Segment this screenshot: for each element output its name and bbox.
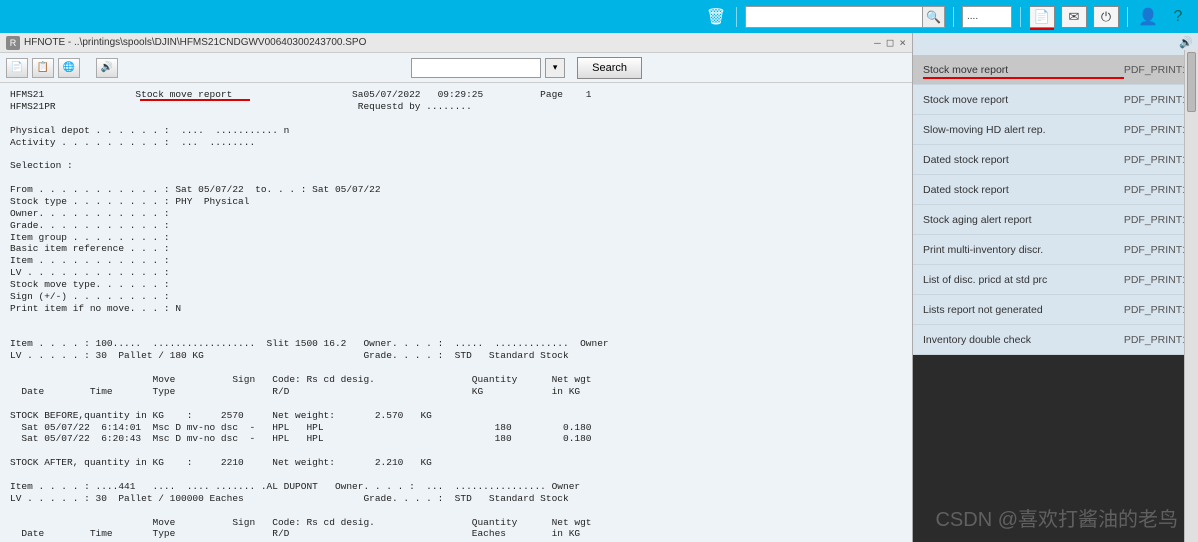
spool-list-item[interactable]: Slow-moving HD alert rep.PDF_PRINT1	[913, 115, 1198, 145]
report-toolbar: 📄 📋 🌐 🔊 ▾ Search	[0, 53, 912, 83]
spool-item-value: PDF_PRINT1	[1124, 244, 1188, 256]
window-title-text: HFNOTE - ..\printings\spools\DJIN\HFMS21…	[24, 37, 366, 48]
maximize-button[interactable]: □	[887, 36, 894, 49]
global-search: 🔍	[745, 6, 945, 28]
filter-dropdown[interactable]: ▾	[545, 58, 565, 78]
spool-item-value: PDF_PRINT1	[1124, 274, 1188, 286]
spool-list-panel: 🔊 Stock move reportPDF_PRINT1Stock move …	[913, 33, 1198, 542]
spool-item-value: PDF_PRINT1	[1124, 154, 1188, 166]
spool-item-value: PDF_PRINT1	[1124, 64, 1188, 76]
close-button[interactable]: ×	[899, 36, 906, 49]
spool-list-item[interactable]: Inventory double checkPDF_PRINT1	[913, 325, 1198, 355]
spool-item-label: Inventory double check	[923, 334, 1124, 346]
app-badge: R	[6, 36, 20, 50]
global-search-input[interactable]	[746, 11, 922, 23]
report-window: R HFNOTE - ..\printings\spools\DJIN\HFMS…	[0, 33, 913, 542]
spool-list-item[interactable]: Dated stock reportPDF_PRINT1	[913, 145, 1198, 175]
tool-sound-icon[interactable]: 🔊	[96, 58, 118, 78]
spool-list-item[interactable]: Stock move reportPDF_PRINT1	[913, 85, 1198, 115]
empty-area	[913, 355, 1198, 542]
report-viewport[interactable]: HFMS21 Stock move report Sa05/07/2022 09…	[0, 83, 912, 542]
user-menu[interactable]: ....	[962, 6, 1012, 28]
help-icon[interactable]: ?	[1166, 5, 1190, 29]
spool-item-label: Slow-moving HD alert rep.	[923, 124, 1124, 136]
spool-list-item[interactable]: Dated stock reportPDF_PRINT1	[913, 175, 1198, 205]
tool-btn-2[interactable]: 📋	[32, 58, 54, 78]
app-topbar: 🗑 🔍 .... 📄 ✉ ⏻ 👤 ?	[0, 0, 1198, 33]
spool-list-item[interactable]: Stock aging alert reportPDF_PRINT1	[913, 205, 1198, 235]
spool-list-item[interactable]: List of disc. pricd at std prcPDF_PRINT1	[913, 265, 1198, 295]
report-text: HFMS21 Stock move report Sa05/07/2022 09…	[10, 89, 902, 542]
spool-item-value: PDF_PRINT1	[1124, 124, 1188, 136]
spool-item-label: Dated stock report	[923, 184, 1124, 196]
spool-item-value: PDF_PRINT1	[1124, 184, 1188, 196]
spool-item-label: Stock move report	[923, 64, 1124, 76]
search-button[interactable]: Search	[577, 57, 642, 79]
spool-list: Stock move reportPDF_PRINT1Stock move re…	[913, 55, 1198, 355]
spool-item-label: Lists report not generated	[923, 304, 1124, 316]
mail-icon[interactable]: ✉	[1061, 6, 1087, 28]
highlight-title	[140, 99, 250, 101]
spool-list-item[interactable]: Lists report not generatedPDF_PRINT1	[913, 295, 1198, 325]
spool-item-label: Stock aging alert report	[923, 214, 1124, 226]
vertical-scrollbar[interactable]	[1184, 50, 1198, 542]
spool-item-label: Stock move report	[923, 94, 1124, 106]
scroll-thumb[interactable]	[1187, 52, 1196, 112]
window-titlebar: R HFNOTE - ..\printings\spools\DJIN\HFMS…	[0, 33, 912, 53]
spool-item-label: Dated stock report	[923, 154, 1124, 166]
filter-input[interactable]	[411, 58, 541, 78]
minimize-button[interactable]: —	[874, 36, 881, 49]
spool-item-value: PDF_PRINT1	[1124, 304, 1188, 316]
power-icon[interactable]: ⏻	[1093, 6, 1119, 28]
spool-item-label: List of disc. pricd at std prc	[923, 274, 1124, 286]
spool-item-value: PDF_PRINT1	[1124, 214, 1188, 226]
tool-btn-1[interactable]: 📄	[6, 58, 28, 78]
trash-icon[interactable]: 🗑	[704, 5, 728, 29]
spool-list-item[interactable]: Stock move reportPDF_PRINT1	[913, 55, 1198, 85]
search-icon[interactable]: 🔍	[922, 7, 944, 27]
document-icon[interactable]: 📄	[1029, 6, 1055, 28]
tool-btn-3[interactable]: 🌐	[58, 58, 80, 78]
spool-item-value: PDF_PRINT1	[1124, 94, 1188, 106]
person-icon[interactable]: 👤	[1136, 5, 1160, 29]
spool-item-label: Print multi-inventory discr.	[923, 244, 1124, 256]
spool-item-value: PDF_PRINT1	[1124, 334, 1188, 346]
spool-list-item[interactable]: Print multi-inventory discr.PDF_PRINT1	[913, 235, 1198, 265]
